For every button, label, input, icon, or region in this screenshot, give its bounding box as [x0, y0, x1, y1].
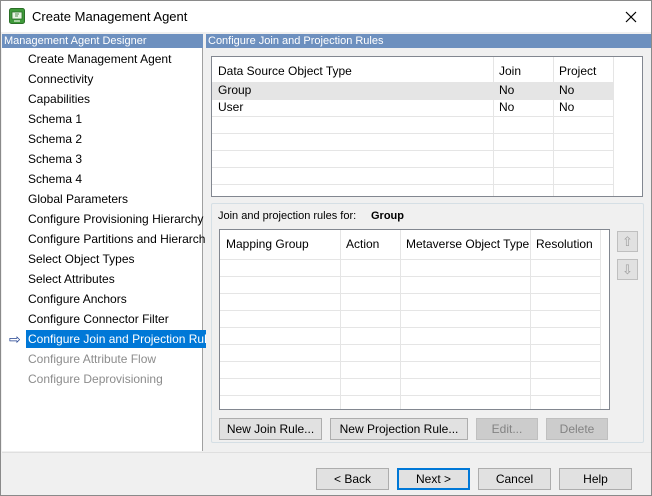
configure-panel-header: Configure Join and Projection Rules [206, 34, 651, 48]
move-up-button[interactable]: ⇧ [617, 231, 638, 252]
new-projection-rule-button[interactable]: New Projection Rule... [330, 418, 468, 440]
nav-item-schema-1[interactable]: Schema 1 [26, 110, 84, 128]
join-projection-rules-group: Join and projection rules for: Group Map… [211, 203, 644, 443]
nav-item-configure-connector-filter[interactable]: Configure Connector Filter [26, 310, 171, 328]
rules-table: Mapping Group Action Metaverse Object Ty… [219, 229, 610, 410]
column-header-action[interactable]: Action [340, 236, 400, 253]
nav-item-select-object-types[interactable]: Select Object Types [26, 250, 137, 268]
column-header-object-type[interactable]: Data Source Object Type [212, 63, 493, 80]
back-button[interactable]: < Back [316, 468, 389, 490]
nav-item-connectivity[interactable]: Connectivity [26, 70, 95, 88]
nav-item-schema-4[interactable]: Schema 4 [26, 170, 84, 188]
arrow-down-icon: ⇩ [622, 261, 633, 277]
nav-item-configure-deprovisioning: Configure Deprovisioning [28, 372, 163, 386]
project-cell: No [559, 100, 575, 114]
designer-navigation-panel: Management Agent Designer Create Managem… [2, 34, 222, 451]
create-management-agent-window: Create Management Agent Management Agent… [0, 0, 652, 496]
current-step-arrow-icon: ⇨ [9, 331, 21, 347]
next-button[interactable]: Next > [397, 468, 470, 490]
nav-item-configure-attribute-flow: Configure Attribute Flow [28, 352, 157, 366]
object-type-cell: Group [218, 83, 252, 97]
nav-item-configure-partitions-and-hierarchies[interactable]: Configure Partitions and Hierarchies [26, 230, 223, 248]
column-header-mapping-group[interactable]: Mapping Group [220, 236, 340, 253]
delete-rule-button[interactable]: Delete [546, 418, 608, 440]
nav-item-select-attributes[interactable]: Select Attributes [26, 270, 117, 288]
close-icon [625, 11, 637, 22]
join-cell: No [499, 100, 515, 114]
help-button[interactable]: Help [559, 468, 632, 490]
nav-item-configure-provisioning-hierarchy[interactable]: Configure Provisioning Hierarchy [26, 210, 205, 228]
nav-item-configure-join-and-projection-rules[interactable]: Configure Join and Projection Rules [26, 330, 222, 348]
wizard-footer: < Back Next > Cancel Help [2, 453, 651, 495]
arrow-up-icon: ⇧ [622, 233, 633, 249]
join-cell: No [499, 83, 515, 97]
nav-item-schema-2[interactable]: Schema 2 [26, 130, 84, 148]
column-header-join[interactable]: Join [493, 63, 548, 80]
nav-item-schema-3[interactable]: Schema 3 [26, 150, 84, 168]
new-join-rule-button[interactable]: New Join Rule... [219, 418, 322, 440]
project-cell: No [559, 83, 575, 97]
join-projection-panel: Configure Join and Projection Rules Data… [206, 34, 651, 451]
management-agent-app-icon [9, 8, 25, 24]
close-button[interactable] [611, 1, 651, 32]
nav-item-global-parameters[interactable]: Global Parameters [26, 190, 130, 208]
column-header-metaverse-object-type[interactable]: Metaverse Object Type [400, 236, 530, 253]
column-header-resolution[interactable]: Resolution [530, 236, 600, 253]
cancel-button[interactable]: Cancel [478, 468, 551, 490]
nav-item-create-management-agent[interactable]: Create Management Agent [26, 50, 173, 68]
title-bar: Create Management Agent [1, 1, 651, 32]
edit-rule-button[interactable]: Edit... [476, 418, 538, 440]
designer-panel-header: Management Agent Designer [2, 34, 203, 48]
object-type-table: Data Source Object Type Join Project Gro… [211, 56, 643, 197]
nav-item-capabilities[interactable]: Capabilities [26, 90, 92, 108]
column-header-project[interactable]: Project [553, 63, 613, 80]
rules-selected-type: Group [371, 210, 404, 222]
nav-item-configure-anchors[interactable]: Configure Anchors [26, 290, 129, 308]
object-type-cell: User [218, 100, 244, 114]
window-title: Create Management Agent [32, 9, 188, 24]
move-down-button[interactable]: ⇩ [617, 259, 638, 280]
rules-for-label: Join and projection rules for: [218, 210, 357, 222]
